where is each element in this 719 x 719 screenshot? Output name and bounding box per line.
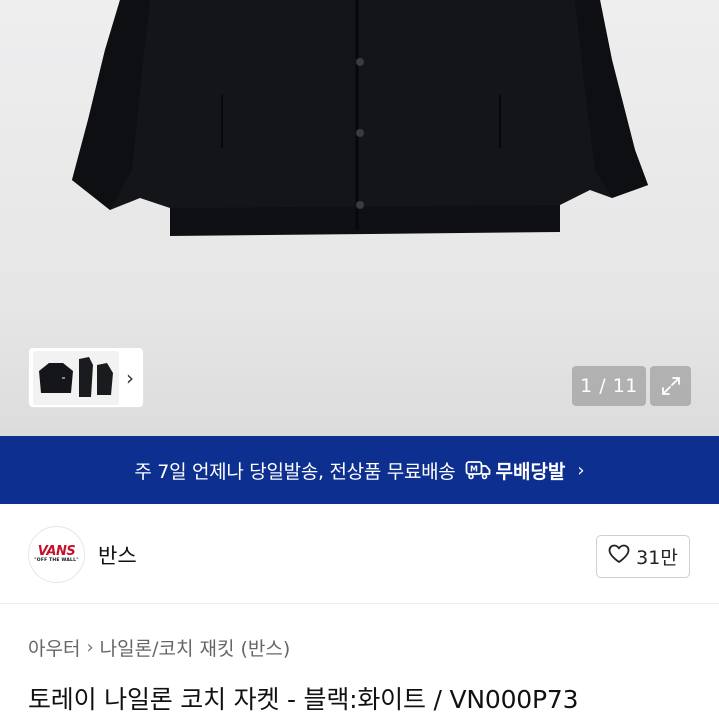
expand-icon[interactable] bbox=[650, 366, 691, 406]
brand-logo-text: VANS bbox=[37, 544, 76, 559]
image-counter: 1 / 11 bbox=[572, 366, 646, 406]
brand-row: VANS "OFF THE WALL" 반스 31만 bbox=[0, 504, 719, 604]
chevron-right-icon: › bbox=[86, 637, 94, 658]
thumbnail-image[interactable] bbox=[33, 350, 119, 405]
like-count: 31만 bbox=[636, 547, 678, 569]
heart-icon bbox=[608, 544, 630, 569]
product-image bbox=[72, 0, 648, 236]
breadcrumb-item-subcategory[interactable]: 나일론/코치 재킷 (반스) bbox=[100, 634, 291, 661]
product-title: 토레이 나일론 코치 자켓 - 블랙:화이트 / VN000P73 bbox=[28, 685, 579, 714]
banner-brand: M 무배당발 bbox=[465, 457, 565, 484]
like-button[interactable]: 31만 bbox=[596, 535, 690, 578]
chevron-right-icon: › bbox=[577, 459, 585, 481]
chevron-right-icon[interactable]: › bbox=[119, 351, 141, 405]
thumbnail-strip[interactable]: › bbox=[28, 347, 144, 408]
brand-logo[interactable]: VANS "OFF THE WALL" bbox=[28, 526, 85, 583]
delivery-banner[interactable]: 주 7일 언제나 당일발송, 전상품 무료배송 M 무배당발 › bbox=[0, 436, 719, 504]
brand-logo-subtext: "OFF THE WALL" bbox=[34, 558, 79, 563]
brand-name[interactable]: 반스 bbox=[98, 540, 137, 570]
breadcrumb: 아우터 › 나일론/코치 재킷 (반스) bbox=[28, 634, 290, 661]
banner-brand-label: 무배당발 bbox=[495, 460, 566, 483]
product-image-gallery[interactable]: › 1 / 11 bbox=[0, 0, 719, 436]
delivery-truck-icon: M bbox=[465, 460, 491, 480]
banner-text: 주 7일 언제나 당일발송, 전상품 무료배송 bbox=[134, 460, 456, 483]
svg-text:M: M bbox=[471, 465, 479, 474]
breadcrumb-item-category[interactable]: 아우터 bbox=[28, 634, 80, 661]
